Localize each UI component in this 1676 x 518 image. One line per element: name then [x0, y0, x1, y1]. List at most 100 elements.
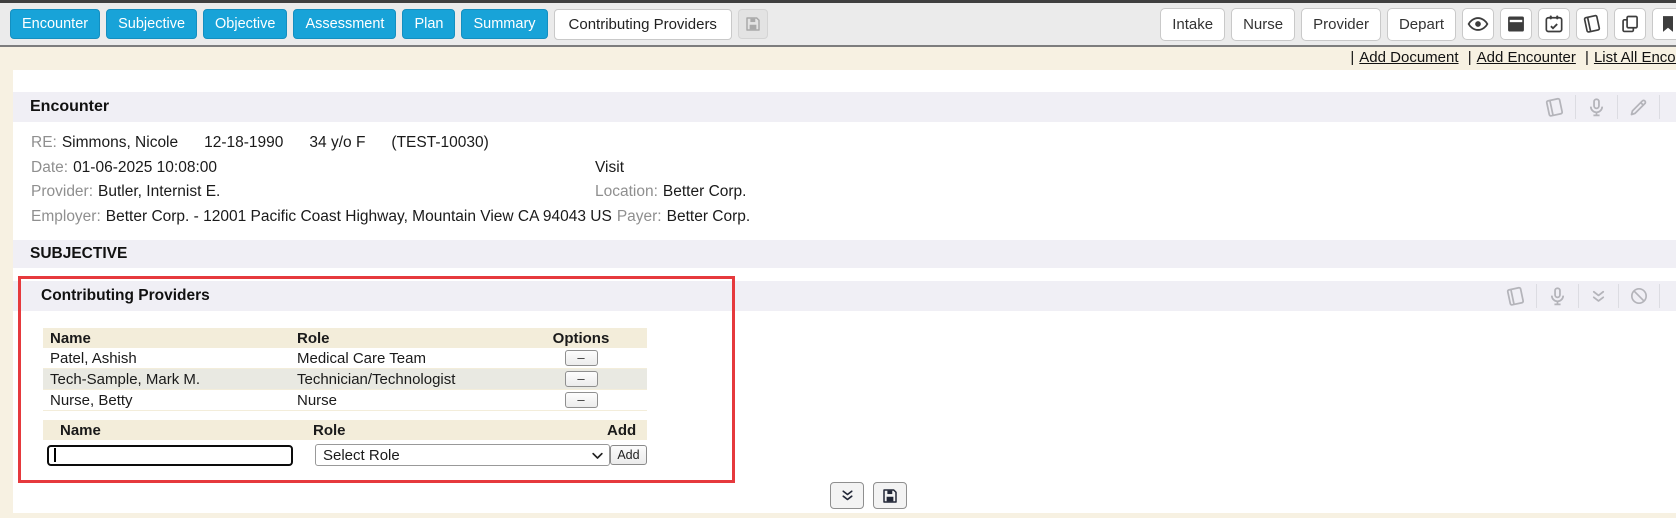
microphone-icon[interactable]	[1547, 286, 1568, 307]
encounter-section-header: Encounter	[13, 92, 1676, 122]
provider-role-cell: Technician/Technologist	[290, 371, 515, 388]
table-header-row: Name Role Options	[43, 328, 647, 348]
save-section-button[interactable]	[873, 482, 907, 509]
encounter-document: Encounter RE: Simmons, Nicole 12-18-1990…	[13, 70, 1676, 513]
provider-button[interactable]: Provider	[1301, 8, 1381, 41]
role-select[interactable]: Select Role	[315, 444, 610, 466]
payer-label: Payer:	[617, 208, 662, 226]
icon-divider	[1618, 284, 1619, 308]
intake-button[interactable]: Intake	[1160, 8, 1225, 41]
subjective-section-header: SUBJECTIVE	[13, 240, 1676, 268]
save-icon	[881, 487, 899, 505]
contributing-providers-header: Contributing Providers	[13, 281, 1676, 311]
options-column-header: Options	[515, 330, 647, 347]
patient-line: RE: Simmons, Nicole 12-18-1990 34 y/o F …	[31, 131, 1676, 156]
save-form-button[interactable]	[738, 9, 768, 39]
icon-divider	[1536, 284, 1537, 308]
patient-chart-id: (TEST-10030)	[391, 134, 488, 152]
patient-age-sex: 34 y/o F	[309, 134, 365, 152]
tab-plan[interactable]: Plan	[402, 9, 455, 39]
expand-section-button[interactable]	[830, 482, 864, 509]
tab-assessment[interactable]: Assessment	[293, 9, 396, 39]
microphone-icon[interactable]	[1586, 97, 1607, 118]
table-row: Nurse, Betty Nurse –	[43, 390, 647, 411]
chart-button[interactable]	[1576, 8, 1608, 40]
depart-button[interactable]: Depart	[1387, 8, 1456, 41]
employer-value: Better Corp. - 12001 Pacific Coast Highw…	[106, 208, 612, 226]
patient-dob: 12-18-1990	[204, 134, 283, 152]
provider-name-cell: Nurse, Betty	[43, 392, 290, 409]
encounter-section-title: Encounter	[30, 98, 109, 116]
add-provider-header-row: Name Role Add	[43, 420, 647, 440]
eye-icon	[1467, 13, 1489, 35]
link-separator: |	[1463, 49, 1477, 66]
name-column-header: Name	[43, 330, 290, 347]
current-form-button[interactable]: Contributing Providers	[554, 9, 732, 40]
employer-label: Employer:	[31, 208, 101, 226]
contributing-header-icons	[1505, 284, 1676, 308]
icon-divider	[1659, 95, 1660, 119]
visit-type: Visit	[595, 159, 624, 177]
date-line: Date: 01-06-2025 10:08:00 Visit	[31, 156, 1676, 181]
provider-role-cell: Nurse	[290, 392, 515, 409]
encounter-date: 01-06-2025 10:08:00	[73, 159, 217, 177]
table-row: Patel, Ashish Medical Care Team –	[43, 348, 647, 369]
book-icon[interactable]	[1505, 286, 1526, 307]
location-name: Better Corp.	[663, 183, 747, 201]
add-column-header: Add	[607, 422, 647, 439]
save-icon	[744, 15, 762, 33]
encounter-links-row: |Add Document |Add Encounter |List All E…	[1345, 49, 1676, 66]
role-select-value: Select Role	[323, 447, 400, 464]
top-toolbar: Encounter Subjective Objective Assessmen…	[0, 0, 1676, 47]
link-separator: |	[1345, 49, 1359, 66]
encounter-header-icons	[1544, 95, 1676, 119]
tab-subjective[interactable]: Subjective	[106, 9, 197, 39]
provider-name-cell: Patel, Ashish	[43, 350, 290, 367]
icon-divider	[1617, 95, 1618, 119]
add-role-header: Role	[298, 422, 607, 439]
add-provider-button[interactable]: Add	[610, 445, 647, 465]
remove-provider-button[interactable]: –	[565, 350, 598, 366]
collapse-chevrons-icon[interactable]	[1589, 287, 1608, 306]
location-label: Location:	[595, 183, 658, 201]
bookmark-icon	[1658, 14, 1676, 34]
inbox-icon	[1506, 14, 1526, 34]
book-icon[interactable]	[1544, 97, 1565, 118]
payer-value: Better Corp.	[667, 208, 751, 226]
nurse-button[interactable]: Nurse	[1231, 8, 1295, 41]
tab-encounter[interactable]: Encounter	[10, 9, 100, 39]
remove-provider-button[interactable]: –	[565, 392, 598, 408]
subjective-section-title: SUBJECTIVE	[30, 245, 127, 263]
add-encounter-link[interactable]: Add Encounter	[1477, 49, 1576, 66]
contributing-providers-title: Contributing Providers	[30, 287, 210, 305]
provider-name: Butler, Internist E.	[98, 183, 220, 201]
remove-provider-button[interactable]: –	[565, 371, 598, 387]
text-caret	[54, 448, 56, 462]
table-row: Tech-Sample, Mark M. Technician/Technolo…	[43, 369, 647, 390]
list-all-encounters-link[interactable]: List All Encou	[1594, 49, 1676, 66]
link-separator: |	[1580, 49, 1594, 66]
icon-divider	[1575, 95, 1576, 119]
calendar-check-icon	[1544, 14, 1564, 34]
schedule-button[interactable]	[1538, 8, 1570, 40]
date-label: Date:	[31, 159, 68, 177]
add-document-link[interactable]: Add Document	[1359, 49, 1458, 66]
visit-info-block: RE: Simmons, Nicole 12-18-1990 34 y/o F …	[31, 131, 1676, 229]
duplicate-button[interactable]	[1614, 8, 1646, 40]
bookmark-button[interactable]	[1652, 8, 1676, 40]
role-column-header: Role	[290, 330, 515, 347]
book-icon	[1582, 14, 1602, 34]
edit-pencil-icon[interactable]	[1628, 97, 1649, 118]
provider-name-input[interactable]	[47, 445, 293, 466]
icon-divider	[1659, 284, 1660, 308]
provider-line: Provider: Butler, Internist E. Location:…	[31, 180, 1676, 205]
tab-summary[interactable]: Summary	[461, 9, 547, 39]
archive-button[interactable]	[1500, 8, 1532, 40]
view-button[interactable]	[1462, 8, 1494, 40]
tab-objective[interactable]: Objective	[203, 9, 287, 39]
disable-circle-slash-icon[interactable]	[1629, 286, 1649, 306]
patient-name: Simmons, Nicole	[62, 134, 178, 152]
icon-divider	[1578, 284, 1579, 308]
section-bottom-controls	[830, 482, 907, 509]
provider-name-cell: Tech-Sample, Mark M.	[43, 371, 290, 388]
